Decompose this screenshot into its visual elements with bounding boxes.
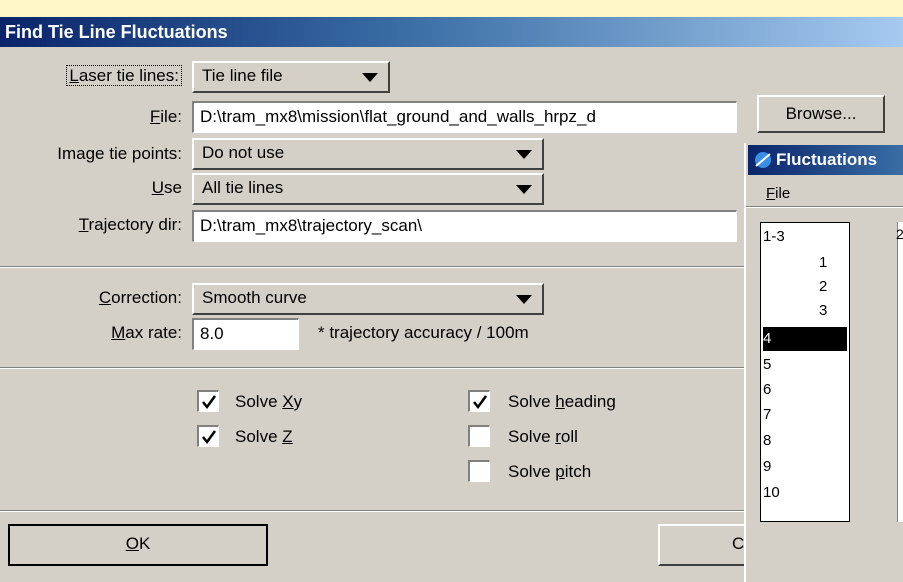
separator bbox=[0, 367, 748, 369]
dialog-title-bar: Find Tie Line Fluctuations bbox=[0, 17, 903, 47]
dialog-title: Find Tie Line Fluctuations bbox=[5, 22, 228, 42]
right-panel-edge bbox=[897, 222, 903, 522]
laser-tie-lines-value: Tie line file bbox=[202, 66, 283, 85]
chevron-down-icon bbox=[362, 73, 378, 82]
browse-button[interactable]: Browse... bbox=[757, 95, 885, 133]
file-input[interactable]: D:\tram_mx8\mission\flat_ground_and_wall… bbox=[192, 101, 737, 133]
list-item[interactable]: 8 bbox=[763, 429, 847, 453]
laser-tie-lines-label: Laser tie lines: bbox=[20, 63, 182, 89]
file-label: File: bbox=[149, 107, 182, 126]
correction-label: Correction: bbox=[98, 288, 182, 307]
file-path-value: D:\tram_mx8\mission\flat_ground_and_wall… bbox=[200, 107, 596, 126]
use-dropdown[interactable]: All tie lines bbox=[192, 173, 544, 205]
image-tie-points-label: Image tie points: bbox=[57, 144, 182, 163]
use-value: All tie lines bbox=[202, 178, 284, 197]
correction-dropdown[interactable]: Smooth curve bbox=[192, 283, 544, 315]
separator bbox=[0, 510, 748, 512]
app-icon bbox=[755, 152, 771, 168]
fluctuations-title: Fluctuations bbox=[776, 150, 878, 169]
list-item[interactable]: 7 bbox=[763, 403, 847, 427]
top-strip bbox=[0, 0, 903, 17]
list-item[interactable]: 5 bbox=[763, 353, 847, 377]
correction-value: Smooth curve bbox=[202, 288, 307, 307]
checkmark-icon bbox=[202, 395, 217, 410]
laser-tie-lines-dropdown[interactable]: Tie line file bbox=[192, 61, 390, 93]
solve-xy-label: Solve Xy bbox=[235, 392, 303, 411]
max-rate-value: 8.0 bbox=[200, 324, 224, 343]
solve-pitch-label: Solve pitch bbox=[508, 462, 592, 481]
list-item[interactable]: 6 bbox=[763, 378, 847, 402]
cancel-button[interactable]: C bbox=[658, 524, 758, 566]
list-item[interactable]: 3 bbox=[763, 299, 847, 323]
chevron-down-icon bbox=[516, 185, 532, 194]
checkmark-icon bbox=[473, 395, 488, 410]
max-rate-note: * trajectory accuracy / 100m bbox=[318, 323, 529, 342]
solve-roll-label: Solve roll bbox=[508, 427, 578, 446]
fluctuations-title-bar: Fluctuations bbox=[748, 145, 903, 175]
fluctuations-list[interactable]: 1-3 1 2 3 4 5 6 7 8 9 10 bbox=[760, 222, 850, 522]
list-item[interactable]: 10 bbox=[763, 481, 847, 505]
chevron-down-icon bbox=[516, 150, 532, 159]
solve-z-label: Solve Z bbox=[235, 427, 293, 446]
trajectory-dir-label: Trajectory dir: bbox=[78, 215, 182, 234]
list-item-selected[interactable]: 4 bbox=[763, 327, 847, 351]
ok-button[interactable]: OK bbox=[8, 524, 268, 566]
use-label: Use bbox=[151, 178, 182, 197]
image-tie-points-dropdown[interactable]: Do not use bbox=[192, 138, 544, 170]
separator bbox=[0, 266, 748, 268]
max-rate-label: Max rate: bbox=[111, 323, 182, 342]
image-tie-points-value: Do not use bbox=[202, 143, 285, 162]
max-rate-input[interactable]: 8.0 bbox=[192, 318, 299, 350]
list-item[interactable]: 9 bbox=[763, 455, 847, 479]
list-item[interactable]: 2 bbox=[763, 275, 847, 299]
chevron-down-icon bbox=[516, 295, 532, 304]
menu-file[interactable]: File bbox=[766, 184, 790, 204]
trajectory-dir-input[interactable]: D:\tram_mx8\trajectory_scan\ bbox=[192, 210, 737, 242]
checkmark-icon bbox=[202, 430, 217, 445]
list-item[interactable]: 1-3 bbox=[763, 225, 847, 249]
menu-separator bbox=[746, 206, 903, 208]
partial-text: 2 bbox=[896, 226, 903, 242]
solve-heading-label: Solve heading bbox=[508, 392, 616, 411]
trajectory-dir-value: D:\tram_mx8\trajectory_scan\ bbox=[200, 216, 423, 235]
list-item[interactable]: 1 bbox=[763, 251, 847, 275]
